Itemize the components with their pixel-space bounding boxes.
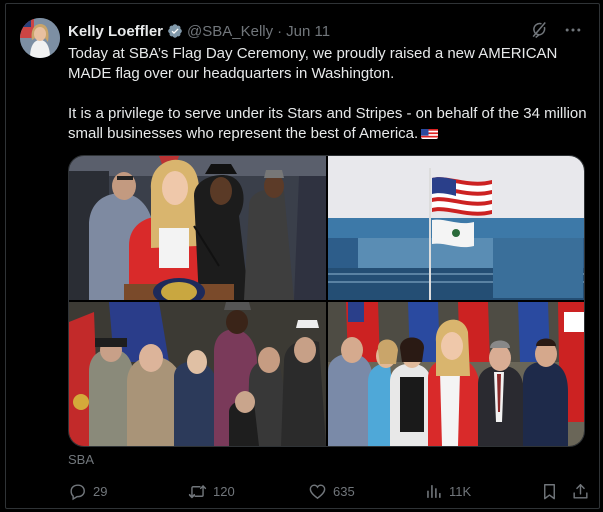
views-icon [427,484,441,498]
photo-4-group[interactable] [328,302,584,446]
bookmark-button[interactable] [540,480,559,502]
reply-count: 29 [93,483,108,499]
tweet-paragraph-2-text: It is a privilege to serve under its Sta… [68,105,587,142]
media-source-label[interactable]: SBA [68,452,94,467]
separator-dot: · [277,22,283,40]
repost-icon [188,484,207,498]
verified-badge-icon [168,24,182,38]
grok-icon[interactable] [529,20,549,40]
tweet-text: Today at SBA’s Flag Day Ceremony, we pro… [68,44,588,144]
repost-count: 120 [213,483,235,499]
tweet-paragraph-2: It is a privilege to serve under its Sta… [68,104,588,144]
action-bar: 29 120 635 11K [68,480,590,502]
post-date[interactable]: Jun 11 [286,23,330,40]
share-icon [573,483,588,499]
heart-icon [309,483,326,499]
tweet-card[interactable]: Kelly Loeffler @SBA_Kelly · Jun 11 Today… [5,3,600,509]
us-flag-emoji-icon [421,127,439,139]
media-grid [68,155,585,447]
reply-icon [70,483,85,500]
like-count: 635 [333,483,355,499]
view-count: 11K [449,483,472,499]
more-icon[interactable] [563,20,583,40]
tweet-paragraph-1: Today at SBA’s Flag Day Ceremony, we pro… [68,45,558,82]
tweet-header: Kelly Loeffler @SBA_Kelly · Jun 11 [68,20,330,42]
photo-1-podium[interactable] [69,156,326,300]
views-button[interactable]: 11K [424,480,471,502]
author-handle[interactable]: @SBA_Kelly [187,23,273,40]
author-name[interactable]: Kelly Loeffler [68,23,163,40]
share-button[interactable] [571,480,590,502]
bookmark-icon [544,483,555,499]
reply-button[interactable]: 29 [68,480,107,502]
repost-button[interactable]: 120 [188,480,235,502]
photo-3-salute[interactable] [69,302,326,446]
avatar[interactable] [20,18,60,58]
photo-2-flag-building[interactable] [328,156,584,300]
top-actions [529,20,583,40]
like-button[interactable]: 635 [308,480,355,502]
